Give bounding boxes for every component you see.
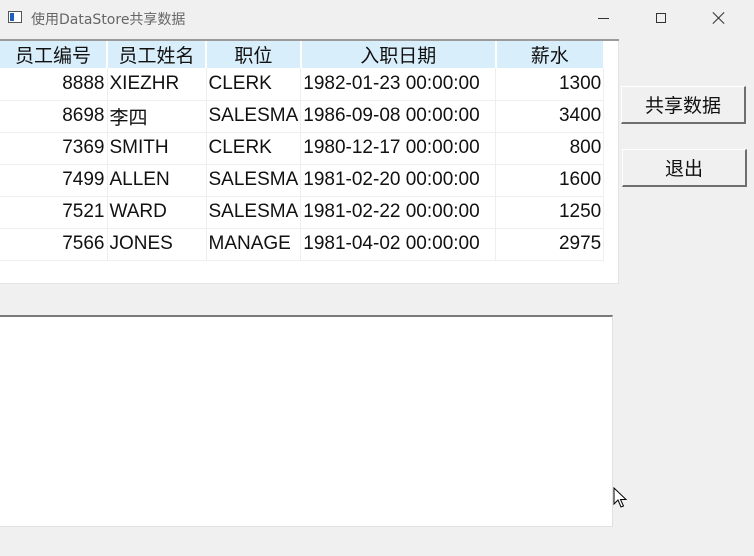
cell-salary[interactable]: 1250 [495,196,605,229]
cell-hire-date[interactable]: 1980-12-17 00:00:00 [300,132,497,165]
column-header-emp-no[interactable]: 员工编号 [0,41,108,68]
column-header-emp-name[interactable]: 员工姓名 [107,41,207,68]
maximize-button[interactable] [632,0,690,36]
table-row[interactable]: 8888 XIEZHR CLERK 1982-01-23 00:00:00 13… [0,68,605,101]
cell-salary[interactable]: 1600 [495,164,605,197]
cell-hire-date[interactable]: 1986-09-08 00:00:00 [300,100,497,133]
cell-emp-no[interactable]: 8698 [0,100,108,133]
cell-emp-no[interactable]: 7499 [0,164,108,197]
grid-header-row: 员工编号 员工姓名 职位 入职日期 薪水 [0,41,605,68]
share-data-button[interactable]: 共享数据 [621,86,746,124]
close-button[interactable] [690,0,748,36]
table-row[interactable]: 7499 ALLEN SALESMA 1981-02-20 00:00:00 1… [0,164,605,197]
cell-job[interactable]: SALESMA [206,100,302,133]
cell-emp-name[interactable]: 李四 [107,100,207,133]
cell-salary[interactable]: 1300 [495,68,605,101]
cell-job[interactable]: SALESMA [206,196,302,229]
cell-job[interactable]: CLERK [206,68,302,101]
cell-emp-no[interactable]: 8888 [0,68,108,101]
cell-hire-date[interactable]: 1981-04-02 00:00:00 [300,228,497,261]
table-row[interactable]: 7566 JONES MANAGE 1981-04-02 00:00:00 29… [0,228,605,261]
cell-emp-name[interactable]: ALLEN [107,164,207,197]
column-header-hire-date[interactable]: 入职日期 [300,41,497,68]
cell-hire-date[interactable]: 1981-02-20 00:00:00 [300,164,497,197]
cell-emp-name[interactable]: XIEZHR [107,68,207,101]
table-row[interactable]: 7369 SMITH CLERK 1980-12-17 00:00:00 800 [0,132,605,165]
window-title: 使用DataStore共享数据 [31,12,186,28]
title-bar: 使用DataStore共享数据 [0,0,754,36]
maximize-icon [656,13,666,23]
cell-salary[interactable]: 3400 [495,100,605,133]
second-datawindow[interactable] [0,315,613,527]
minimize-icon [597,17,609,19]
cell-emp-no[interactable]: 7521 [0,196,108,229]
exit-button[interactable]: 退出 [622,149,747,187]
column-header-salary[interactable]: 薪水 [495,41,605,68]
cell-hire-date[interactable]: 1982-01-23 00:00:00 [300,68,497,101]
cell-emp-no[interactable]: 7566 [0,228,108,261]
cell-emp-name[interactable]: SMITH [107,132,207,165]
cell-salary[interactable]: 2975 [495,228,605,261]
cell-job[interactable]: MANAGE [206,228,302,261]
cell-emp-name[interactable]: WARD [107,196,207,229]
cell-emp-name[interactable]: JONES [107,228,207,261]
employee-grid[interactable]: 员工编号 员工姓名 职位 入职日期 薪水 8888 XIEZHR CLERK 1… [0,41,605,261]
minimize-button[interactable] [574,0,632,36]
cell-hire-date[interactable]: 1981-02-22 00:00:00 [300,196,497,229]
cell-salary[interactable]: 800 [495,132,605,165]
column-header-job[interactable]: 职位 [206,41,302,68]
cell-job[interactable]: SALESMA [206,164,302,197]
table-row[interactable]: 8698 李四 SALESMA 1986-09-08 00:00:00 3400 [0,100,605,133]
cell-emp-no[interactable]: 7369 [0,132,108,165]
mouse-cursor-icon [613,487,628,508]
app-window-icon [8,11,22,23]
cell-job[interactable]: CLERK [206,132,302,165]
table-row[interactable]: 7521 WARD SALESMA 1981-02-22 00:00:00 12… [0,196,605,229]
close-icon [712,11,726,25]
